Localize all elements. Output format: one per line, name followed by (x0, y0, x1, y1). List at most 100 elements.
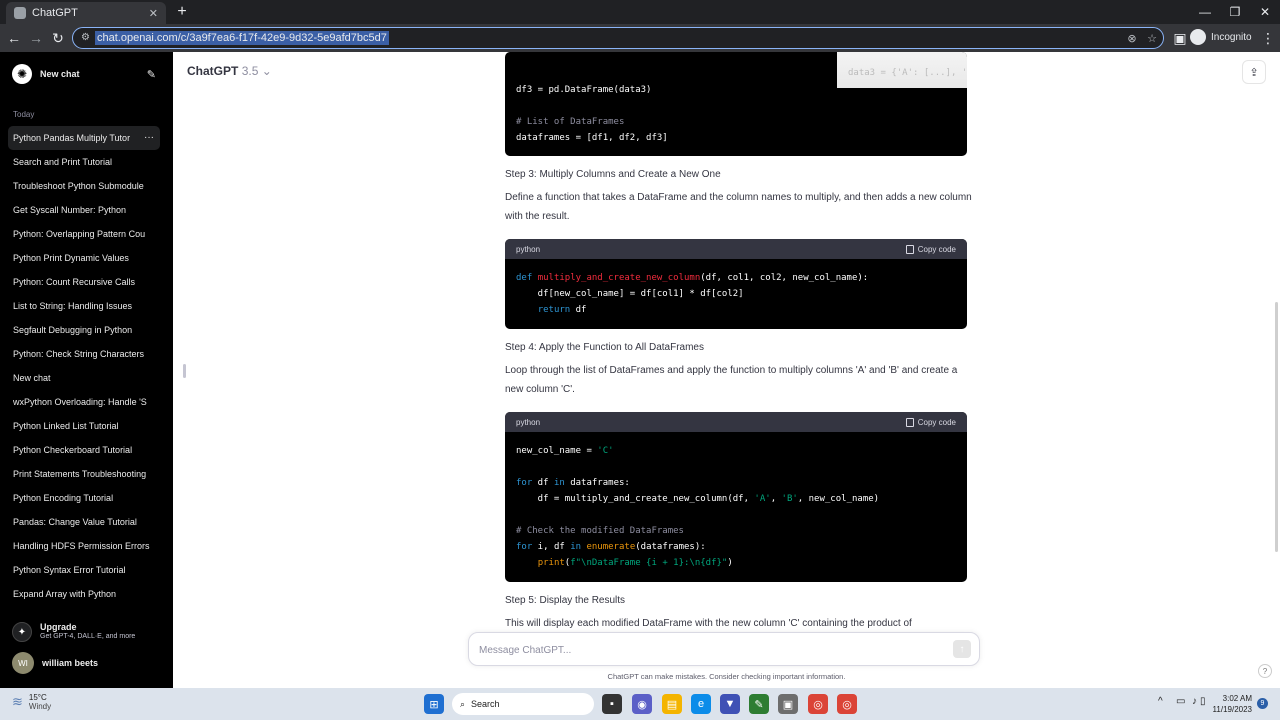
chat-app-icon[interactable]: ◉ (632, 694, 652, 714)
side-panel-icon[interactable]: ▣ (1170, 28, 1190, 48)
openai-logo-icon: ✺ (12, 64, 32, 84)
clock[interactable]: 3:02 AM 11/19/2023 (1212, 693, 1252, 715)
history-item[interactable]: Python Print Dynamic Values (8, 246, 160, 270)
history-item[interactable]: Pandas: Change Value Tutorial (8, 510, 160, 534)
history-item[interactable]: Python Checkerboard Tutorial (8, 438, 160, 462)
time: 3:02 AM (1222, 694, 1252, 703)
windows-taskbar: ≋ 15°C Windy ⊞ ⌕ Search ▪ ◉ ▤ e ▼ ✎ ▣ ◎ … (0, 688, 1280, 720)
no-tracking-icon[interactable]: ⊗ (1125, 31, 1139, 45)
more-options-icon[interactable]: ··· (144, 132, 154, 143)
copy-code-button[interactable]: Copy code (905, 417, 956, 427)
history-item[interactable]: New chat (8, 366, 160, 390)
chrome-icon[interactable]: ◎ (808, 694, 828, 714)
taskbar-search-label: Search (471, 699, 500, 709)
history-item[interactable]: Python Syntax Error Tutorial (8, 558, 160, 582)
back-icon[interactable]: ← (4, 28, 24, 48)
history-item[interactable]: Python Linked List Tutorial (8, 414, 160, 438)
browser-tab[interactable]: ChatGPT ✕ (6, 2, 166, 24)
share-icon[interactable]: ⇪ (1242, 60, 1266, 84)
scrollbar[interactable] (1275, 302, 1278, 552)
battery-icon[interactable]: ▯ (1200, 696, 1206, 707)
minimize-icon[interactable]: — (1190, 0, 1220, 24)
new-chat-label: New chat (40, 69, 80, 79)
chrome-icon[interactable]: ◎ (837, 694, 857, 714)
profile-label: Incognito (1211, 31, 1252, 43)
step-heading: Step 3: Multiply Columns and Create a Ne… (505, 169, 721, 180)
app-icon[interactable]: ▣ (778, 694, 798, 714)
message-input[interactable] (479, 641, 919, 659)
history-item[interactable]: Python Encoding Tutorial (8, 486, 160, 510)
code-block-header: python Copy code (505, 239, 967, 259)
sidebar-toggle-handle[interactable] (183, 364, 186, 378)
main-chat-area: ChatGPT 3.5 ⌄ ⇪ data3 = {'A': [...], 'B'… (173, 52, 1280, 688)
notification-badge[interactable]: 9 (1257, 698, 1268, 709)
date: 11/19/2023 (1212, 705, 1252, 714)
code-line: dataframes = [df1, df2, df3] (516, 133, 668, 143)
chevron-up-icon[interactable]: ^ (1158, 696, 1163, 707)
site-info-icon[interactable]: ⚙ (81, 32, 91, 44)
model-name: ChatGPT (187, 64, 239, 78)
browser-menu-icon[interactable]: ⋮ (1258, 28, 1278, 48)
file-explorer-icon[interactable]: ▤ (662, 694, 682, 714)
history-item[interactable]: Expand Array with Python (8, 582, 160, 606)
user-menu[interactable]: WI william beets (12, 652, 98, 674)
new-chat-button[interactable]: ✺ New chat ✎ (8, 60, 160, 88)
upgrade-button[interactable]: ✦ Upgrade Get GPT-4, DALL·E, and more (12, 622, 135, 642)
code-block: python Copy code new_col_name = 'C' for … (505, 412, 967, 582)
message-composer: ↑ (468, 632, 980, 666)
disclaimer-text: ChatGPT can make mistakes. Consider chec… (607, 672, 846, 681)
history-item[interactable]: List to String: Handling Issues (8, 294, 160, 318)
window-close-icon[interactable]: ✕ (1250, 0, 1280, 24)
history-item[interactable]: Python Pandas Multiply Tutor ··· (8, 126, 160, 150)
send-arrow-icon[interactable]: ↑ (953, 640, 971, 658)
code-content: new_col_name = 'C' for df in dataframes:… (516, 446, 880, 568)
network-icon[interactable]: ▭ (1176, 696, 1185, 707)
history-item[interactable]: Python: Overlapping Pattern Cou (8, 222, 160, 246)
history-item[interactable]: wxPython Overloading: Handle 'S (8, 390, 160, 414)
taskbar-search[interactable]: ⌕ Search (452, 693, 594, 715)
windows-start-icon[interactable]: ⊞ (424, 694, 444, 714)
copy-icon (905, 244, 914, 254)
faded-code-line: data3 = {'A': [...], 'B': [...]} (848, 68, 967, 78)
history-item[interactable]: Troubleshoot Python Submodule (8, 174, 160, 198)
edit-icon[interactable]: ✎ (147, 68, 156, 81)
code-language-label: python (516, 244, 541, 254)
address-bar[interactable]: ⚙ chat.openai.com/c/3a9f7ea6-f17f-42e9-9… (72, 27, 1164, 49)
user-name: william beets (42, 658, 99, 668)
bookmark-star-icon[interactable]: ☆ (1145, 31, 1159, 45)
history-item[interactable]: Print Statements Troubleshooting (8, 462, 160, 486)
history-section-label: Today (13, 110, 35, 119)
step-description: Loop through the list of DataFrames and … (505, 365, 958, 395)
restore-icon[interactable]: ❐ (1220, 0, 1250, 24)
history-item[interactable]: Python: Check String Characters (8, 342, 160, 366)
new-tab-button[interactable]: + (172, 2, 192, 22)
history-item[interactable]: Search and Print Tutorial (8, 150, 160, 174)
address-toolbar: ← → ↻ ⚙ chat.openai.com/c/3a9f7ea6-f17f-… (0, 24, 1280, 52)
edge-icon[interactable]: e (691, 694, 711, 714)
history-item[interactable]: Segfault Debugging in Python (8, 318, 160, 342)
reload-icon[interactable]: ↻ (48, 28, 68, 48)
weather-condition: Windy (28, 702, 52, 711)
temperature: 15°C (28, 693, 47, 702)
url-text[interactable]: chat.openai.com/c/3a9f7ea6-f17f-42e9-9d3… (95, 31, 389, 45)
model-selector[interactable]: ChatGPT 3.5 ⌄ (187, 64, 272, 78)
copy-code-button[interactable]: Copy code (905, 244, 956, 254)
history-item[interactable]: Python: Count Recursive Calls (8, 270, 160, 294)
forward-icon[interactable]: → (26, 28, 46, 48)
volume-icon[interactable]: ♪ (1192, 696, 1197, 707)
help-icon[interactable]: ? (1258, 664, 1272, 678)
app-icon[interactable]: ▼ (720, 694, 740, 714)
code-language-label: python (516, 417, 541, 427)
tab-close-icon[interactable]: ✕ (149, 7, 158, 20)
app-icon[interactable]: ✎ (749, 694, 769, 714)
code-block-header-faded: data3 = {'A': [...], 'B': [...]} (837, 52, 967, 88)
weather-widget[interactable]: ≋ 15°C Windy (12, 693, 51, 711)
code-line: # List of DataFrames (516, 117, 625, 127)
browser-tab-bar: ChatGPT ✕ + — ❐ ✕ (0, 0, 1280, 24)
incognito-profile[interactable]: Incognito (1190, 29, 1252, 45)
history-item[interactable]: Get Syscall Number: Python (8, 198, 160, 222)
task-view-icon[interactable]: ▪ (602, 694, 622, 714)
history-item[interactable]: Handling HDFS Permission Errors (8, 534, 160, 558)
code-content: df3 = pd.DataFrame(data3) # List of Data… (505, 81, 679, 156)
